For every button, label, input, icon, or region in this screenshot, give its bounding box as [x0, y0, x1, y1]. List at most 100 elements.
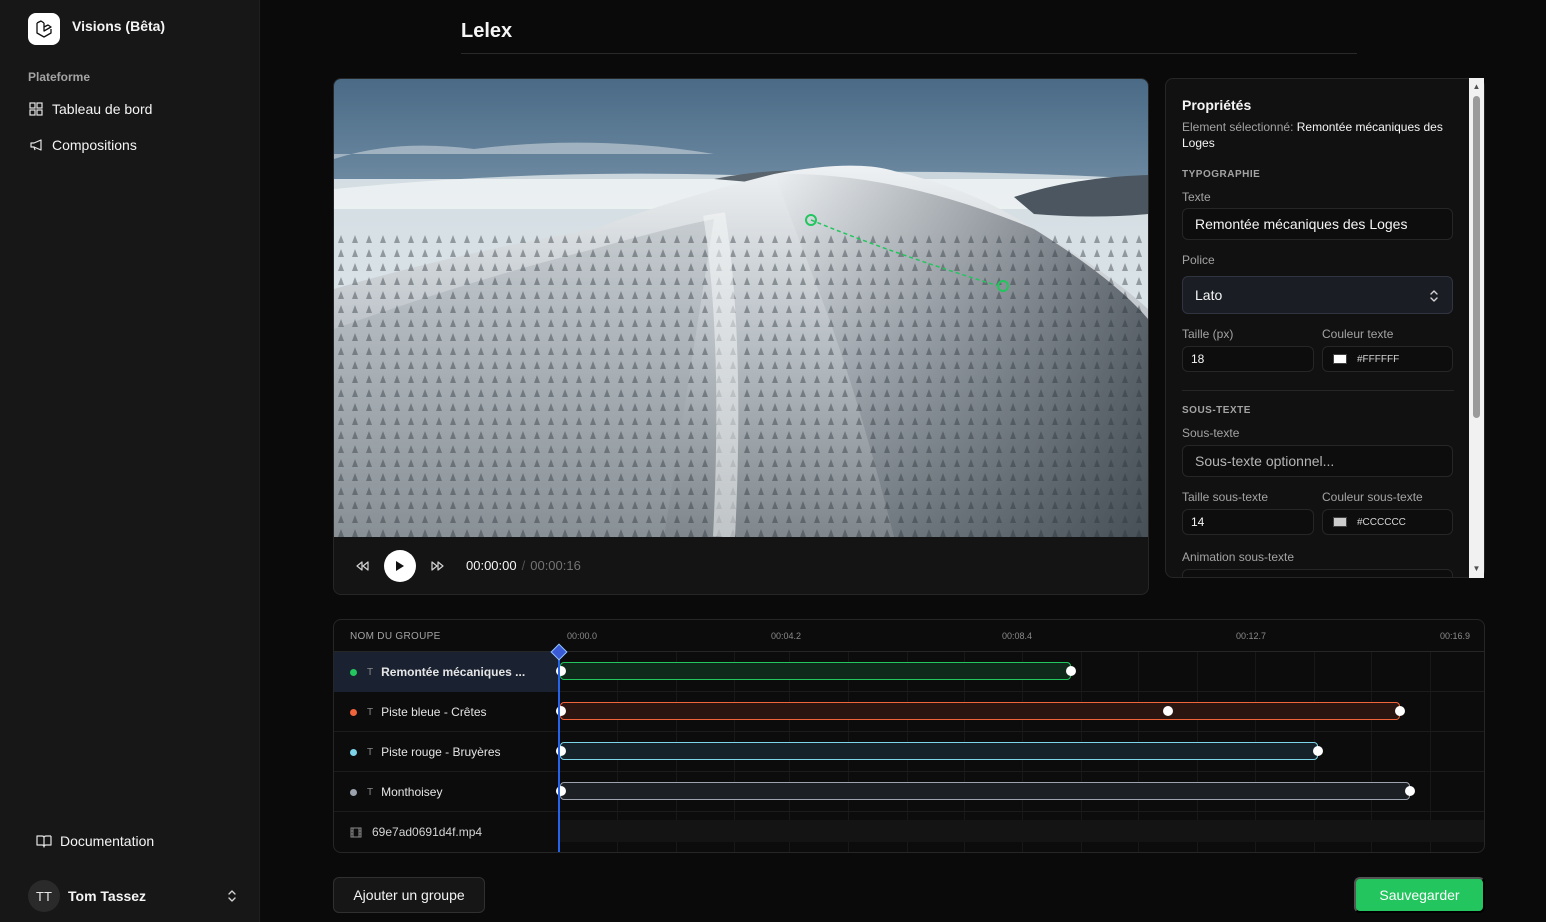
- text-type-icon: T: [367, 786, 374, 798]
- app-logo[interactable]: [28, 13, 60, 45]
- user-menu[interactable]: TT Tom Tassez: [20, 876, 246, 916]
- media-file[interactable]: 69e7ad0691d4f.mp4: [350, 812, 482, 852]
- time-tick: 00:08.4: [1002, 631, 1033, 641]
- subtext-animation-select[interactable]: [1182, 569, 1453, 577]
- group-name[interactable]: T Remontée mécaniques ...: [334, 652, 558, 692]
- play-button[interactable]: [384, 549, 416, 582]
- book-icon: [36, 833, 52, 849]
- fast-forward-button[interactable]: [428, 556, 448, 576]
- color-swatch[interactable]: [1333, 354, 1347, 364]
- subtext-color-input[interactable]: #CCCCCC: [1322, 509, 1453, 535]
- sidebar: Visions (Bêta) Plateforme Tableau de bor…: [0, 0, 260, 922]
- subtext-animation-label: Animation sous-texte: [1182, 550, 1295, 564]
- group-color-dot: [350, 668, 357, 676]
- clip-end-handle[interactable]: [1395, 706, 1405, 716]
- current-time: 00:00:00: [466, 558, 517, 573]
- total-time: 00:00:16: [530, 558, 581, 573]
- text-label: Texte: [1182, 190, 1211, 204]
- subtext-input[interactable]: Sous-texte optionnel...: [1182, 445, 1453, 477]
- page-title: Lelex: [461, 20, 513, 42]
- laravel-logo-icon: [36, 20, 52, 38]
- properties-panel: Propriétés Element sélectionné: Remontée…: [1165, 78, 1485, 578]
- font-select-value: Lato: [1195, 287, 1223, 303]
- media-file-name: 69e7ad0691d4f.mp4: [372, 825, 483, 839]
- user-name: Tom Tassez: [68, 888, 147, 904]
- video-preview[interactable]: [334, 79, 1148, 537]
- group-color-dot: [350, 788, 357, 796]
- group-name[interactable]: T Monthoisey: [334, 772, 558, 812]
- documentation-link[interactable]: Documentation: [28, 826, 248, 856]
- subtext-size-input[interactable]: 14: [1182, 509, 1314, 535]
- video-frame-image: [334, 79, 1148, 537]
- clip-bar[interactable]: [560, 742, 1318, 760]
- playhead[interactable]: [558, 652, 560, 852]
- clip-bar[interactable]: [560, 662, 1071, 680]
- media-track[interactable]: [560, 820, 1484, 842]
- title-divider: [461, 53, 1357, 54]
- group-color-dot: [350, 748, 357, 756]
- text-type-icon: T: [367, 666, 374, 678]
- save-button[interactable]: Sauvegarder: [1354, 877, 1485, 913]
- rewind-button[interactable]: [352, 556, 372, 576]
- size-input[interactable]: 18: [1182, 346, 1314, 372]
- typography-heading: TYPOGRAPHIE: [1182, 169, 1261, 180]
- group-label: Remontée mécaniques ...: [381, 665, 526, 679]
- text-input[interactable]: Remontée mécaniques des Loges: [1182, 208, 1453, 240]
- group-color-dot: [350, 708, 357, 716]
- rewind-icon: [356, 560, 369, 571]
- timeline-row[interactable]: T Piste rouge - Bruyères: [334, 732, 1484, 772]
- play-icon: [396, 560, 404, 571]
- scroll-up-icon[interactable]: ▲: [1472, 82, 1481, 91]
- clip-bar[interactable]: [560, 782, 1410, 800]
- media-row[interactable]: 69e7ad0691d4f.mp4: [334, 812, 1484, 852]
- keyframe-handle[interactable]: [1163, 706, 1173, 716]
- subtext-label: Sous-texte: [1182, 426, 1240, 440]
- scroll-down-icon[interactable]: ▼: [1472, 564, 1481, 573]
- subtext-heading: SOUS-TEXTE: [1182, 405, 1251, 416]
- sidebar-item-label: Tableau de bord: [52, 101, 153, 117]
- properties-title: Propriétés: [1182, 97, 1252, 113]
- video-player: 00:00:00 / 00:00:16: [333, 78, 1149, 595]
- clip-end-handle[interactable]: [1066, 666, 1076, 676]
- group-name[interactable]: T Piste bleue - Crêtes: [334, 692, 558, 732]
- film-icon: [350, 827, 362, 837]
- time-tick: 00:04.2: [771, 631, 802, 641]
- timeline: NOM DU GROUPE 00:00.0 00:04.2 00:08.4 00…: [333, 619, 1485, 853]
- size-label: Taille (px): [1182, 327, 1234, 341]
- subtext-color-label: Couleur sous-texte: [1322, 490, 1423, 504]
- group-label: Monthoisey: [381, 785, 443, 799]
- group-label: Piste rouge - Bruyères: [381, 745, 501, 759]
- time-separator: /: [521, 558, 526, 573]
- sidebar-item-dashboard[interactable]: Tableau de bord: [20, 94, 240, 124]
- sidebar-item-label: Compositions: [52, 137, 137, 153]
- chevron-up-down-icon: [1430, 290, 1438, 302]
- selected-element-info: Element sélectionné: Remontée mécaniques…: [1182, 119, 1454, 151]
- group-name[interactable]: T Piste rouge - Bruyères: [334, 732, 558, 772]
- time-tick: 00:12.7: [1236, 631, 1267, 641]
- timeline-header: NOM DU GROUPE 00:00.0 00:04.2 00:08.4 00…: [334, 620, 1484, 652]
- sidebar-section-label: Plateforme: [28, 70, 91, 84]
- add-group-button[interactable]: Ajouter un groupe: [333, 877, 485, 913]
- timeline-row[interactable]: T Piste bleue - Crêtes: [334, 692, 1484, 732]
- avatar: TT: [28, 880, 60, 912]
- documentation-label: Documentation: [60, 833, 155, 849]
- clip-end-handle[interactable]: [1405, 786, 1415, 796]
- chevron-up-down-icon: [228, 890, 236, 902]
- color-hex: #FFFFFF: [1357, 353, 1400, 365]
- color-input[interactable]: #FFFFFF: [1322, 346, 1453, 372]
- timeline-row[interactable]: T Remontée mécaniques ...: [334, 652, 1484, 692]
- app-title[interactable]: Visions (Bêta): [72, 18, 165, 34]
- scroll-thumb[interactable]: [1473, 96, 1480, 418]
- sidebar-item-compositions[interactable]: Compositions: [20, 130, 240, 160]
- clip-bar[interactable]: [560, 702, 1400, 720]
- selected-prefix: Element sélectionné:: [1182, 120, 1294, 134]
- text-type-icon: T: [367, 706, 374, 718]
- subtext-color-swatch[interactable]: [1333, 517, 1347, 527]
- fast-forward-icon: [431, 560, 444, 571]
- timeline-row[interactable]: T Monthoisey: [334, 772, 1484, 812]
- font-select[interactable]: Lato: [1182, 276, 1453, 314]
- group-name-column-header: NOM DU GROUPE: [350, 631, 441, 642]
- properties-scrollbar[interactable]: ▲ ▼: [1469, 78, 1484, 578]
- megaphone-icon: [28, 137, 44, 153]
- clip-end-handle[interactable]: [1313, 746, 1323, 756]
